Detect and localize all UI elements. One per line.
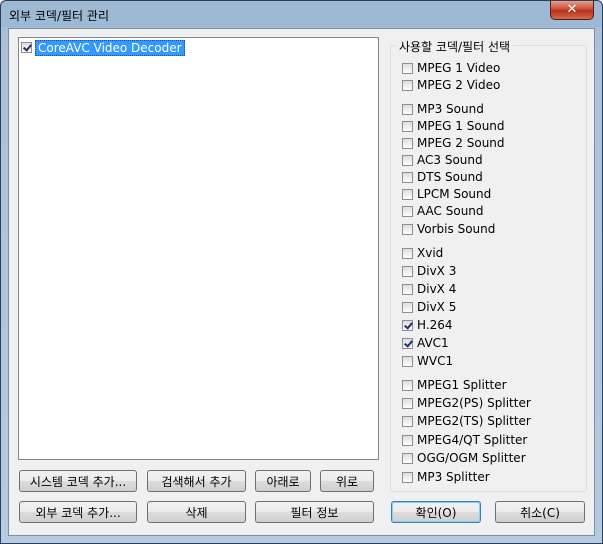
codec-option-checkbox[interactable] — [402, 452, 413, 464]
codec-option-label: MP3 Sound — [417, 102, 484, 116]
codec-option-label: Vorbis Sound — [417, 222, 496, 236]
codec-option-label: WVC1 — [417, 354, 454, 368]
codec-option-label: MPEG 1 Video — [417, 61, 501, 75]
codec-option-checkbox[interactable] — [402, 154, 413, 166]
filter-item-checkbox[interactable] — [21, 42, 32, 53]
codec-option[interactable]: H.264 — [402, 318, 453, 332]
codec-option-checkbox[interactable] — [402, 434, 413, 446]
codec-option-label: MPEG 1 Sound — [417, 119, 505, 133]
delete-button[interactable]: 삭제 — [147, 501, 246, 523]
search-add-button[interactable]: 검색해서 추가 — [147, 470, 246, 492]
ok-button[interactable]: 확인(O) — [391, 501, 481, 523]
codec-option-label: OGG/OGM Splitter — [417, 451, 526, 465]
codec-option-label: DivX 4 — [417, 282, 457, 296]
cancel-button[interactable]: 취소(C) — [495, 501, 585, 523]
codec-option-checkbox[interactable] — [402, 337, 413, 349]
codec-option[interactable]: AC3 Sound — [402, 153, 483, 167]
codec-option-label: AAC Sound — [417, 204, 484, 218]
codec-option-checkbox[interactable] — [402, 471, 413, 483]
codec-option-checkbox[interactable] — [402, 265, 413, 277]
codec-option-label: MPEG1 Splitter — [417, 378, 507, 392]
codec-option-label: AC3 Sound — [417, 153, 483, 167]
codec-group-label: 사용할 코덱/필터 선택 — [396, 38, 514, 55]
dialog-client-area: CoreAVC Video Decoder 사용할 코덱/필터 선택 MPEG … — [8, 28, 595, 536]
window-title: 외부 코덱/필터 관리 — [9, 9, 109, 23]
codec-option-label: MPEG2(TS) Splitter — [417, 414, 531, 428]
codec-option[interactable]: Xvid — [402, 246, 443, 260]
codec-option-checkbox[interactable] — [402, 171, 413, 183]
codec-option-label: DivX 5 — [417, 300, 457, 314]
dialog-window: 외부 코덱/필터 관리 ✕ CoreAVC Video Decoder 사용할 … — [0, 0, 603, 544]
codec-option-label: MPEG 2 Sound — [417, 136, 505, 150]
codec-option-checkbox[interactable] — [402, 223, 413, 235]
codec-option[interactable]: MPEG 2 Video — [402, 78, 500, 92]
codec-option-label: MP3 Splitter — [417, 470, 490, 484]
filter-item-label: CoreAVC Video Decoder — [35, 39, 185, 56]
filter-info-button[interactable]: 필터 정보 — [255, 501, 374, 523]
codec-option[interactable]: DivX 3 — [402, 264, 456, 278]
codec-option-checkbox[interactable] — [402, 137, 413, 149]
codec-option-label: Xvid — [417, 246, 444, 260]
codec-option-checkbox[interactable] — [402, 62, 413, 74]
codec-option-checkbox[interactable] — [402, 397, 413, 409]
codec-option[interactable]: MPEG 1 Sound — [402, 119, 505, 133]
codec-option-checkbox[interactable] — [402, 79, 413, 91]
codec-option-checkbox[interactable] — [402, 103, 413, 115]
codec-option[interactable]: WVC1 — [402, 354, 453, 368]
codec-option-label: LPCM Sound — [417, 187, 492, 201]
codec-option[interactable]: MP3 Sound — [402, 102, 484, 116]
codec-option-checkbox[interactable] — [402, 247, 413, 259]
move-down-button[interactable]: 아래로 — [255, 470, 311, 492]
add-system-codec-button[interactable]: 시스템 코덱 추가... — [19, 470, 137, 492]
codec-option-checkbox[interactable] — [402, 283, 413, 295]
codec-option-label: MPEG 2 Video — [417, 78, 501, 92]
codec-option[interactable]: MP3 Splitter — [402, 470, 490, 484]
codec-option[interactable]: LPCM Sound — [402, 187, 491, 201]
codec-option-label: MPEG2(PS) Splitter — [417, 396, 531, 410]
codec-option[interactable]: AVC1 — [402, 336, 449, 350]
codec-option-label: MPEG4/QT Splitter — [417, 433, 528, 447]
codec-option[interactable]: MPEG4/QT Splitter — [402, 433, 527, 447]
add-external-codec-button[interactable]: 외부 코덱 추가... — [19, 501, 137, 523]
codec-option[interactable]: AAC Sound — [402, 204, 484, 218]
codec-option[interactable]: MPEG 2 Sound — [402, 136, 505, 150]
codec-option-label: DivX 3 — [417, 264, 457, 278]
codec-option-checkbox[interactable] — [402, 120, 413, 132]
codec-option-checkbox[interactable] — [402, 301, 413, 313]
codec-option-checkbox[interactable] — [402, 355, 413, 367]
close-button[interactable]: ✕ — [550, 1, 594, 20]
codec-option[interactable]: MPEG1 Splitter — [402, 378, 507, 392]
codec-option-label: H.264 — [417, 318, 453, 332]
filter-listbox[interactable]: CoreAVC Video Decoder — [18, 37, 379, 460]
codec-option[interactable]: DivX 5 — [402, 300, 456, 314]
codec-option-checkbox[interactable] — [402, 415, 413, 427]
codec-option-label: DTS Sound — [417, 170, 483, 184]
codec-option[interactable]: DivX 4 — [402, 282, 456, 296]
codec-option-checkbox[interactable] — [402, 188, 413, 200]
codec-option[interactable]: MPEG2(PS) Splitter — [402, 396, 531, 410]
move-up-button[interactable]: 위로 — [320, 470, 374, 492]
list-item[interactable]: CoreAVC Video Decoder — [21, 39, 376, 56]
codec-option-checkbox[interactable] — [402, 205, 413, 217]
codec-option[interactable]: Vorbis Sound — [402, 222, 495, 236]
title-bar[interactable]: 외부 코덱/필터 관리 ✕ — [1, 1, 602, 27]
codec-option-checkbox[interactable] — [402, 319, 413, 331]
codec-option-label: AVC1 — [417, 336, 449, 350]
codec-option[interactable]: MPEG2(TS) Splitter — [402, 414, 531, 428]
codec-option[interactable]: DTS Sound — [402, 170, 483, 184]
codec-option-checkbox[interactable] — [402, 379, 413, 391]
codec-option[interactable]: OGG/OGM Splitter — [402, 451, 526, 465]
codec-option[interactable]: MPEG 1 Video — [402, 61, 500, 75]
